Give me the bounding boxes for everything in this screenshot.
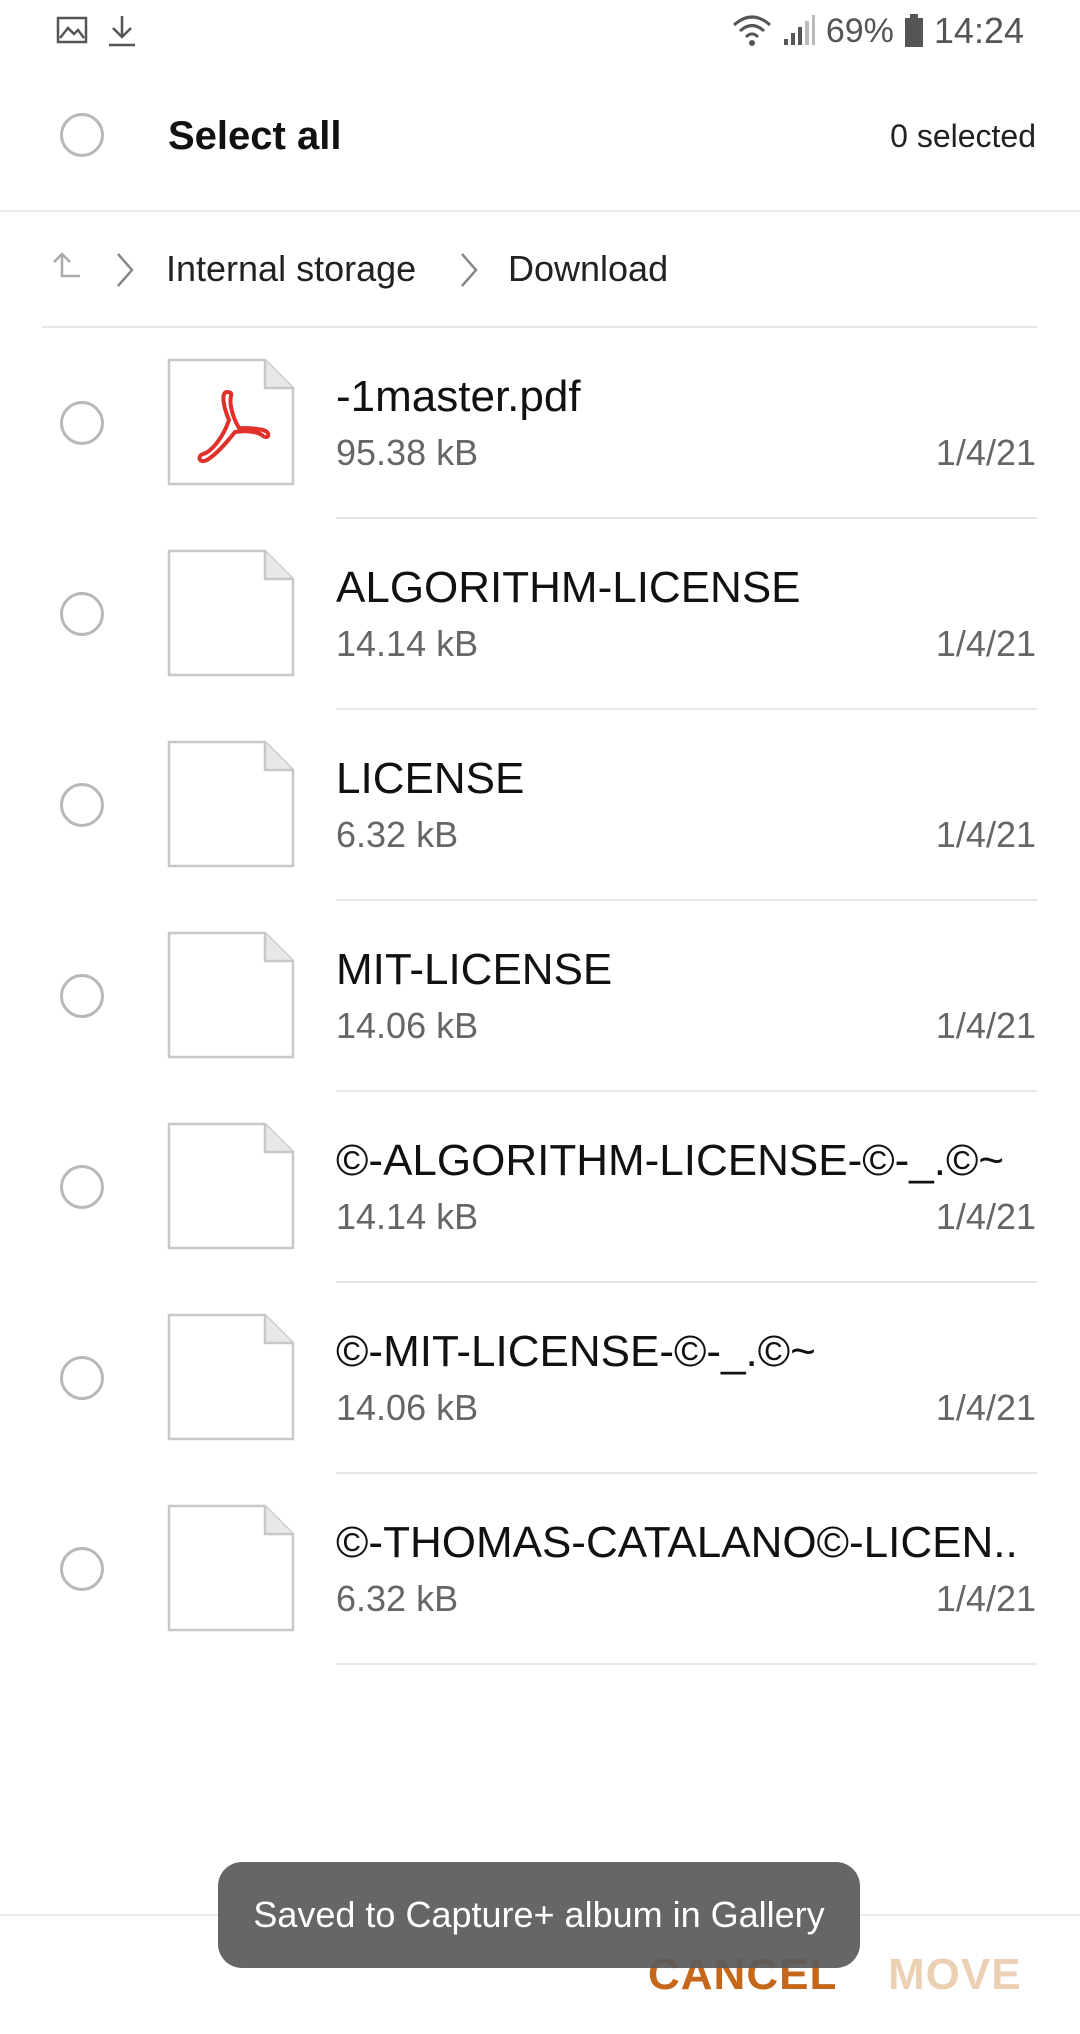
file-date: 1/4/21: [935, 432, 1036, 473]
file-size: 6.32 kB: [336, 814, 459, 855]
row-divider: [336, 1663, 1037, 1665]
file-checkbox[interactable]: [60, 401, 104, 445]
download-icon: [109, 16, 135, 47]
toast-text: Saved to Capture+ album in Gallery: [253, 1894, 825, 1935]
file-size: 6.32 kB: [336, 1578, 459, 1619]
file-checkbox[interactable]: [60, 592, 104, 636]
file-checkbox[interactable]: [60, 1547, 104, 1591]
file-date: 1/4/21: [935, 1387, 1036, 1428]
generic-file-icon: [167, 931, 295, 1059]
file-row[interactable]: ©-ALGORITHM-LICENSE-©-_.©~ 14.14 kB 1/4/…: [0, 1092, 1080, 1283]
file-date: 1/4/21: [935, 1196, 1036, 1237]
select-all-header: Select all 0 selected: [0, 80, 1080, 210]
wifi-icon: [732, 15, 771, 46]
status-left-icons: [56, 14, 138, 48]
file-row[interactable]: LICENSE 6.32 kB 1/4/21: [0, 710, 1080, 901]
select-all-label[interactable]: Select all: [168, 114, 341, 159]
select-all-checkbox[interactable]: [60, 113, 104, 157]
breadcrumb-internal-storage[interactable]: Internal storage: [166, 248, 416, 290]
breadcrumb: Internal storage Download: [0, 212, 1080, 326]
file-name: LICENSE: [336, 754, 525, 803]
file-name: -1master.pdf: [336, 372, 581, 421]
file-row[interactable]: ©-THOMAS-CATALANO©-LICEN.. 6.32 kB 1/4/2…: [0, 1474, 1080, 1665]
battery-percent: 69%: [825, 11, 894, 50]
file-row[interactable]: ALGORITHM-LICENSE 14.14 kB 1/4/21: [0, 519, 1080, 710]
file-checkbox[interactable]: [60, 1165, 104, 1209]
file-checkbox[interactable]: [60, 974, 104, 1018]
file-date: 1/4/21: [935, 623, 1036, 664]
file-date: 1/4/21: [935, 814, 1036, 855]
chevron-right-icon: [117, 253, 134, 287]
file-name: ©-THOMAS-CATALANO©-LICEN..: [336, 1518, 1018, 1567]
file-row[interactable]: ©-MIT-LICENSE-©-_.©~ 14.06 kB 1/4/21: [0, 1283, 1080, 1474]
file-picker-screen: 69% 14:24 Select all 0 selected Internal…: [0, 0, 1080, 2034]
selected-count: 0 selected: [890, 118, 1036, 154]
file-name: ©-ALGORITHM-LICENSE-©-_.©~: [336, 1136, 1005, 1185]
status-right-icons: 69% 14:24: [732, 10, 1024, 52]
file-row[interactable]: -1master.pdf 95.38 kB 1/4/21: [0, 328, 1080, 519]
generic-file-icon: [167, 740, 295, 868]
file-size: 14.06 kB: [336, 1005, 479, 1046]
battery-icon: [904, 14, 923, 47]
file-size: 14.14 kB: [336, 623, 479, 664]
breadcrumb-download[interactable]: Download: [508, 248, 668, 290]
generic-file-icon: [167, 1504, 295, 1632]
file-checkbox[interactable]: [60, 783, 104, 827]
file-name: ©-MIT-LICENSE-©-_.©~: [336, 1327, 816, 1376]
file-size: 95.38 kB: [336, 432, 479, 473]
up-arrow-icon[interactable]: [50, 250, 82, 282]
file-name: MIT-LICENSE: [336, 945, 613, 994]
generic-file-icon: [167, 1313, 295, 1441]
file-name: ALGORITHM-LICENSE: [336, 563, 801, 612]
file-size: 14.06 kB: [336, 1387, 479, 1428]
file-list: -1master.pdf 95.38 kB 1/4/21 ALGORITHM-L…: [0, 328, 1080, 1665]
file-date: 1/4/21: [935, 1005, 1036, 1046]
generic-file-icon: [167, 1122, 295, 1250]
image-icon: [56, 16, 88, 44]
chevron-right-icon: [461, 253, 478, 287]
file-size: 14.14 kB: [336, 1196, 479, 1237]
file-checkbox[interactable]: [60, 1356, 104, 1400]
file-row[interactable]: MIT-LICENSE 14.06 kB 1/4/21: [0, 901, 1080, 1092]
file-date: 1/4/21: [935, 1578, 1036, 1619]
status-bar: 69% 14:24: [0, 0, 1080, 64]
clock: 14:24: [933, 10, 1024, 51]
generic-file-icon: [167, 549, 295, 677]
toast-message: Saved to Capture+ album in Gallery: [218, 1862, 860, 1968]
signal-icon: [783, 15, 815, 45]
move-button[interactable]: MOVE: [888, 1950, 1022, 2000]
pdf-file-icon: [167, 358, 295, 486]
